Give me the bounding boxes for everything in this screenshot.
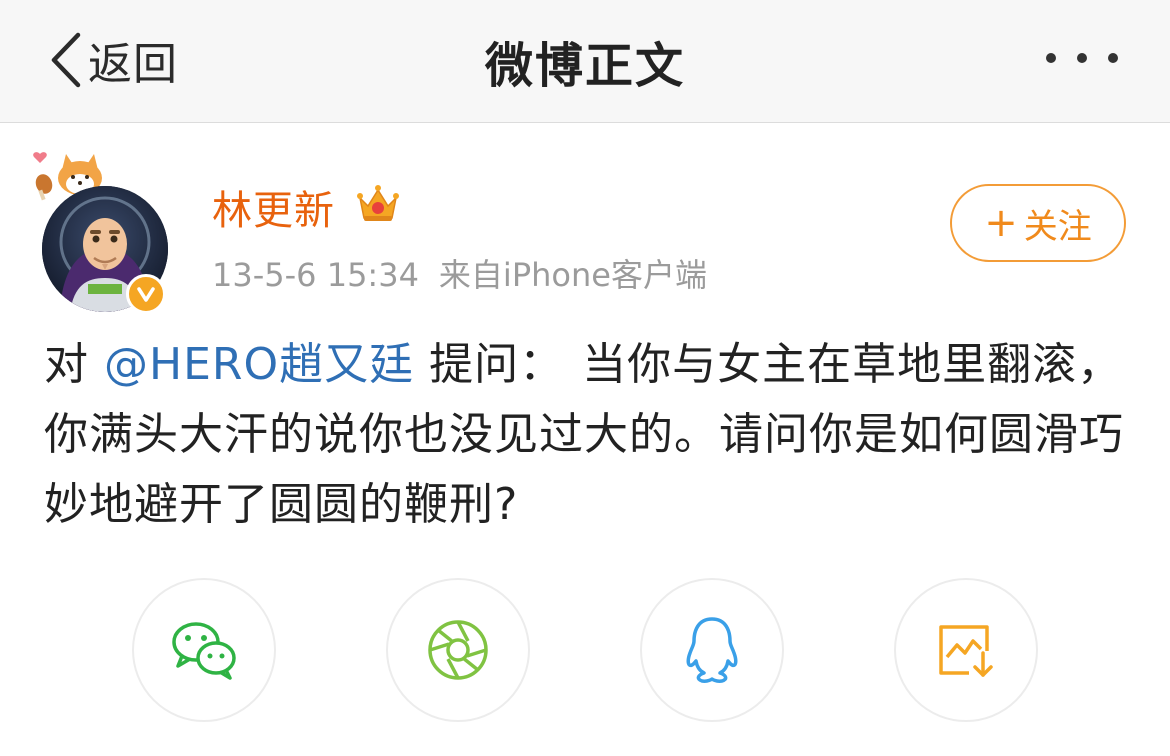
author-name[interactable]: 林更新	[212, 178, 335, 236]
post-meta: 13-5-6 15:34 来自iPhone客户端	[212, 250, 707, 296]
verified-badge-icon	[126, 274, 166, 314]
post-content: 对 @HERO趙又廷 提问： 当你与女主在草地里翻滚，你满头大汗的说你也没见过大的…	[44, 330, 1134, 540]
moments-icon	[428, 620, 488, 680]
share-moments-button[interactable]	[386, 578, 530, 722]
plus-icon: +	[984, 200, 1018, 246]
share-wechat-button[interactable]	[132, 578, 276, 722]
follow-label: 关注	[1023, 206, 1092, 247]
author-header: 林更新 13-5-6 15:34 来自iPhone客户端 + 关注	[0, 122, 1170, 314]
wechat-icon	[172, 622, 236, 680]
share-row	[0, 578, 1170, 728]
post-prefix: 对	[44, 339, 89, 390]
vip-crown-icon	[357, 185, 399, 221]
nav-bar: 返回 微博正文	[0, 0, 1170, 123]
avatar-container[interactable]	[30, 142, 180, 314]
post-time: 13-5-6 15:34	[212, 256, 419, 294]
qq-icon	[686, 617, 738, 683]
post-source: 来自iPhone客户端	[438, 256, 707, 294]
more-dots-icon	[1108, 53, 1118, 63]
mention-link[interactable]: @HERO趙又廷	[104, 339, 414, 390]
page-title: 微博正文	[484, 38, 685, 94]
share-qq-button[interactable]	[640, 578, 784, 722]
more-dots-icon	[1046, 53, 1056, 63]
more-button[interactable]	[1046, 44, 1118, 72]
save-image-icon	[939, 625, 993, 677]
share-save-image-button[interactable]	[894, 578, 1038, 722]
follow-button[interactable]: + 关注	[950, 184, 1126, 262]
post-action: 提问：	[429, 339, 565, 390]
more-dots-icon	[1077, 53, 1087, 63]
